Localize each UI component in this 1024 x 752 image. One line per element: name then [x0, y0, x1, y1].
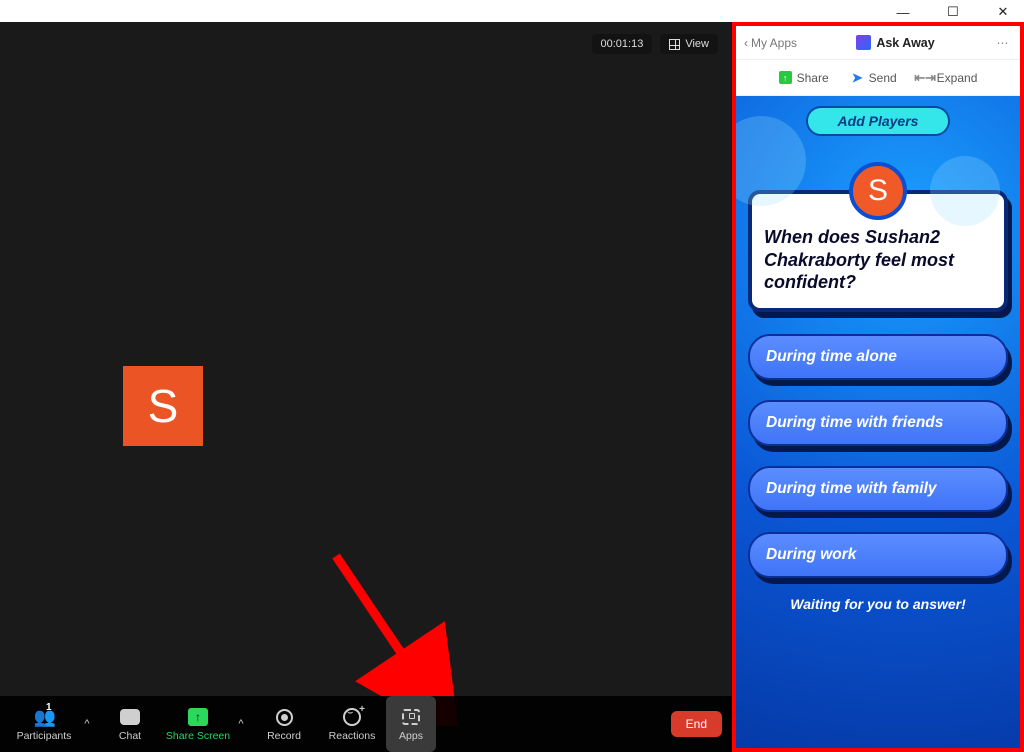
reactions-button[interactable]: Reactions — [318, 696, 386, 752]
answer-option-2[interactable]: During time with family — [748, 466, 1008, 512]
reactions-icon — [343, 706, 361, 728]
window-close-button[interactable]: ✕ — [990, 4, 1016, 20]
question-avatar: S — [849, 162, 907, 220]
panel-share-label: Share — [797, 71, 829, 85]
view-label: View — [685, 38, 709, 50]
end-meeting-button[interactable]: End — [671, 711, 722, 737]
apps-side-panel: ‹ My Apps Ask Away ⋯ ↑ Share ➤ Send ⇤⇥ E… — [732, 22, 1024, 752]
answer-option-0[interactable]: During time alone — [748, 334, 1008, 380]
panel-title-text: Ask Away — [876, 36, 934, 50]
answer-option-3[interactable]: During work — [748, 532, 1008, 578]
waiting-message: Waiting for you to answer! — [748, 596, 1008, 612]
grid-icon — [669, 39, 680, 50]
view-button[interactable]: View — [660, 34, 718, 54]
panel-more-button[interactable]: ⋯ — [994, 36, 1012, 50]
send-icon: ➤ — [851, 71, 864, 84]
panel-expand-button[interactable]: ⇤⇥ Expand — [919, 71, 978, 85]
participants-label: Participants — [17, 730, 72, 742]
share-icon: ↑ — [779, 71, 792, 84]
share-screen-caret[interactable]: ^ — [232, 696, 250, 752]
meeting-toolbar: 1 👥 Participants ^ Chat ↑ Share Screen ^… — [0, 696, 732, 752]
meeting-timer-value: 00:01:13 — [601, 38, 644, 50]
meeting-timer: 00:01:13 — [592, 34, 653, 54]
panel-title: Ask Away — [797, 35, 994, 50]
panel-back-label: My Apps — [751, 36, 797, 50]
ask-away-game: Add Players S When does Sushan2 Chakrabo… — [736, 96, 1020, 748]
add-players-button[interactable]: Add Players — [806, 106, 951, 136]
panel-header: ‹ My Apps Ask Away ⋯ — [736, 26, 1020, 60]
participants-button[interactable]: 1 👥 Participants — [10, 696, 78, 752]
expand-icon: ⇤⇥ — [919, 71, 932, 84]
answer-list: During time alone During time with frien… — [748, 334, 1008, 578]
ask-away-app-icon — [856, 35, 871, 50]
panel-send-button[interactable]: ➤ Send — [851, 71, 897, 85]
participant-avatar-initial: S — [148, 379, 179, 433]
chat-icon — [120, 706, 140, 728]
share-screen-button[interactable]: ↑ Share Screen — [164, 696, 232, 752]
panel-action-bar: ↑ Share ➤ Send ⇤⇥ Expand — [736, 60, 1020, 96]
window-controls: — ☐ ✕ — [884, 0, 1024, 22]
chat-button[interactable]: Chat — [96, 696, 164, 752]
apps-icon — [402, 706, 420, 728]
chevron-left-icon: ‹ — [744, 36, 748, 50]
panel-expand-label: Expand — [937, 71, 978, 85]
share-screen-icon: ↑ — [188, 706, 208, 728]
record-icon — [276, 706, 293, 728]
record-label: Record — [267, 730, 301, 742]
decorative-circle — [930, 156, 1000, 226]
panel-back-button[interactable]: ‹ My Apps — [744, 36, 797, 50]
participant-avatar: S — [123, 366, 203, 446]
apps-label: Apps — [399, 730, 423, 742]
answer-option-1[interactable]: During time with friends — [748, 400, 1008, 446]
meeting-area: 00:01:13 View S 1 👥 Participan — [0, 22, 732, 752]
question-avatar-initial: S — [868, 174, 888, 208]
window-minimize-button[interactable]: — — [890, 5, 916, 20]
panel-send-label: Send — [869, 71, 897, 85]
participants-caret[interactable]: ^ — [78, 696, 96, 752]
participants-count: 1 — [46, 702, 52, 713]
chat-label: Chat — [119, 730, 141, 742]
panel-share-button[interactable]: ↑ Share — [779, 71, 829, 85]
meeting-top-controls: 00:01:13 View — [592, 34, 718, 54]
app-frame: 00:01:13 View S 1 👥 Participan — [0, 22, 1024, 752]
window-maximize-button[interactable]: ☐ — [940, 4, 966, 20]
question-text: When does Sushan2 Chakraborty feel most … — [764, 227, 954, 292]
share-screen-label: Share Screen — [166, 730, 230, 742]
record-button[interactable]: Record — [250, 696, 318, 752]
apps-button[interactable]: Apps — [386, 696, 436, 752]
reactions-label: Reactions — [329, 730, 376, 742]
